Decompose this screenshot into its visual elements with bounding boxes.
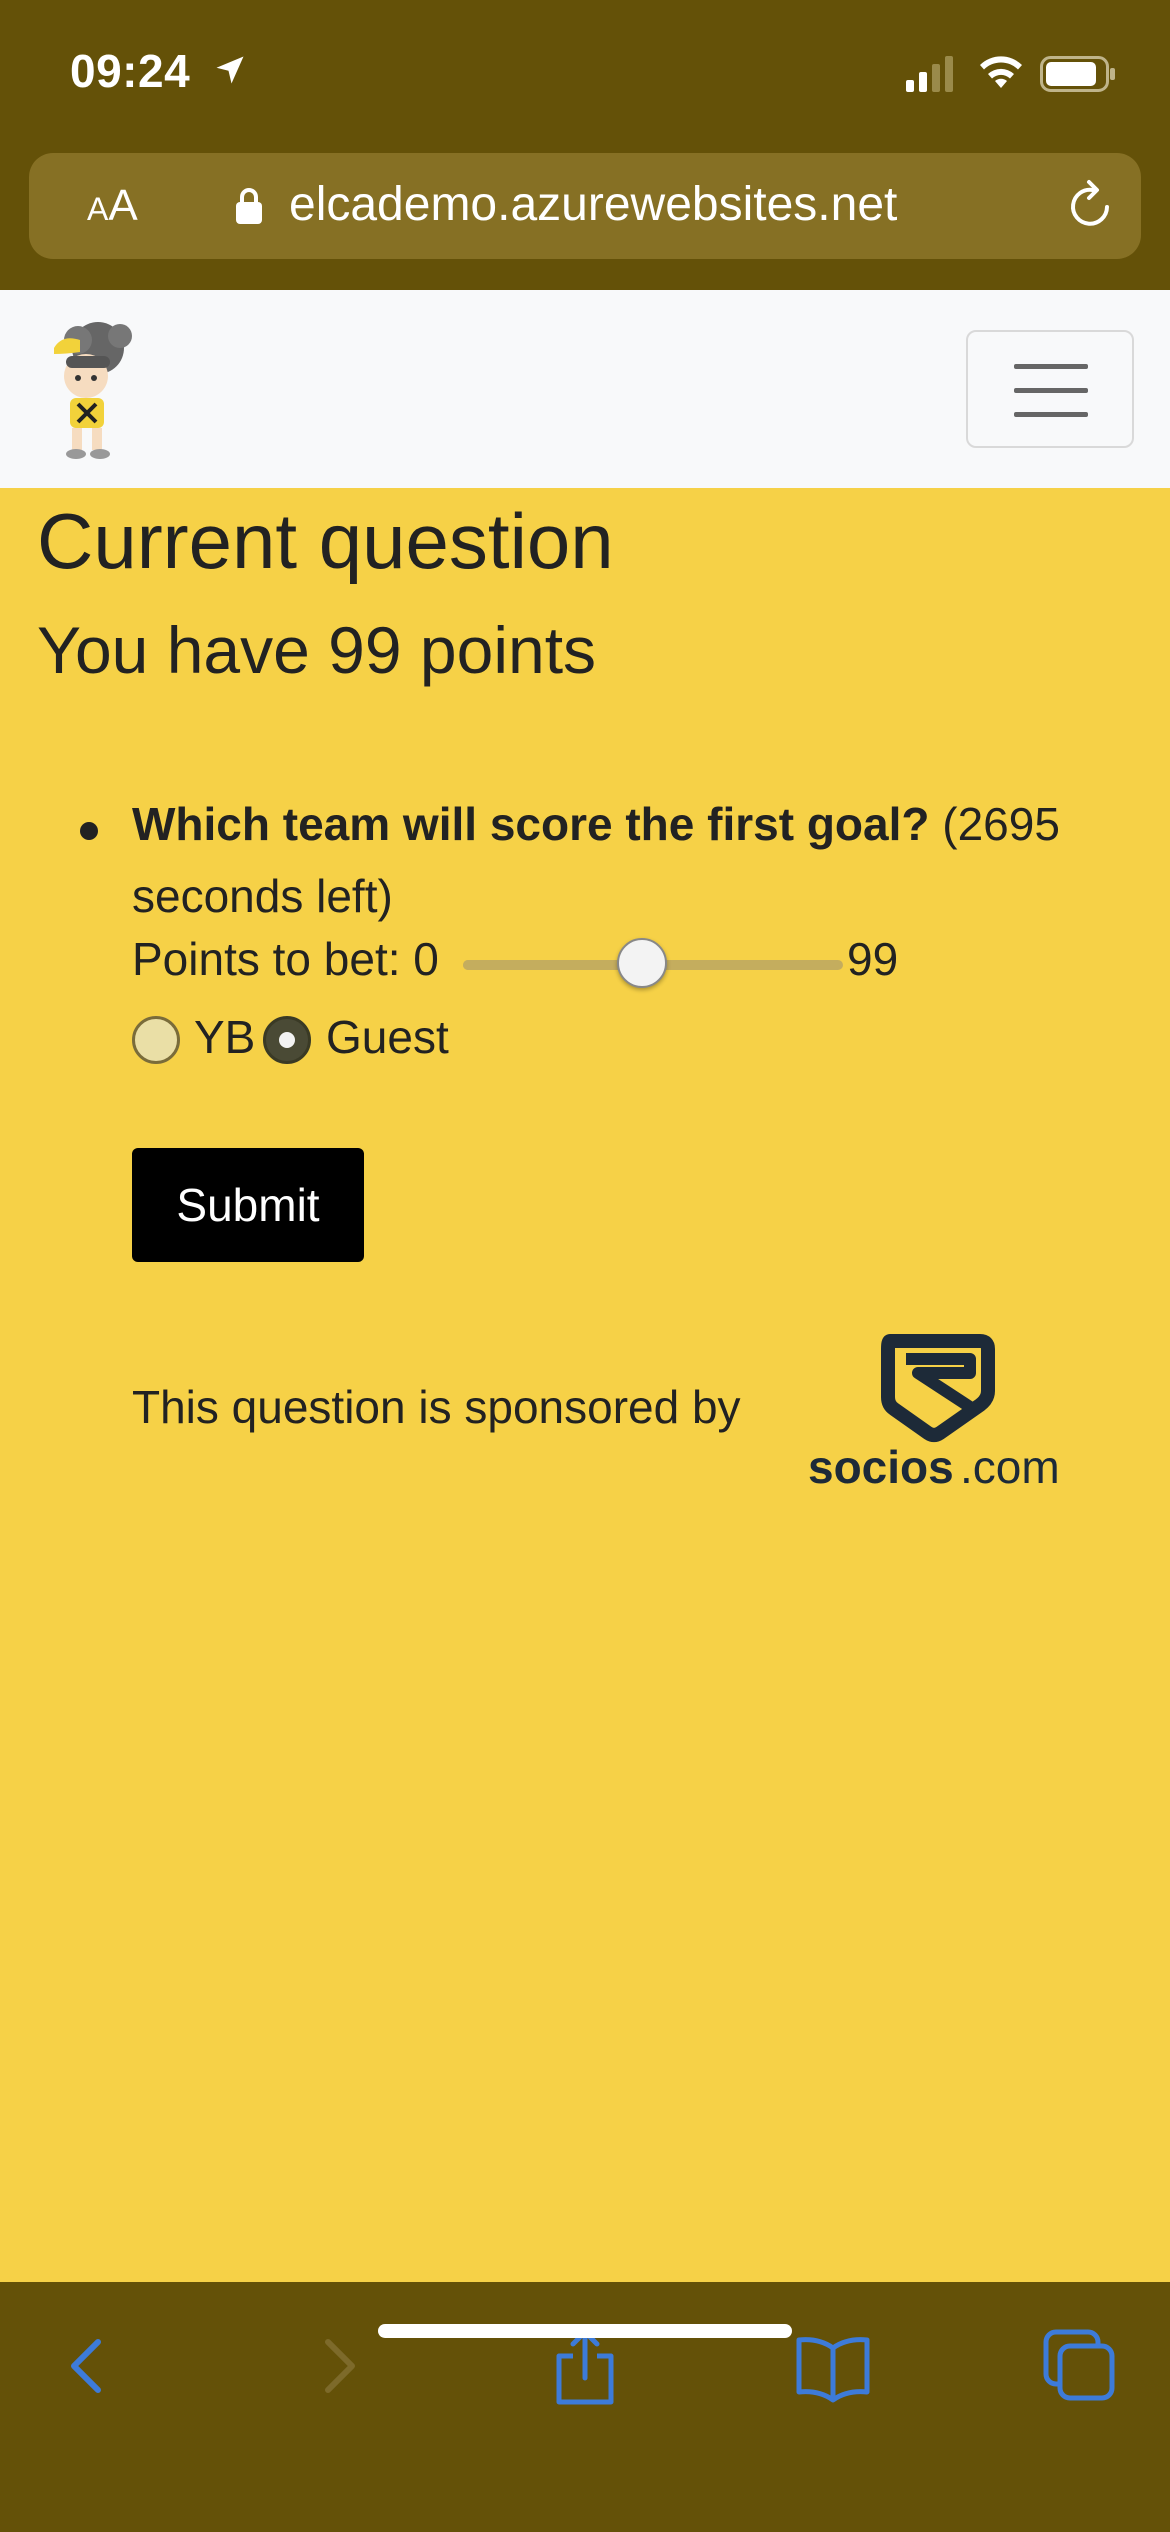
forward-icon[interactable] [298,2326,378,2406]
list-bullet [80,822,98,840]
bookmarks-icon[interactable] [793,2326,873,2406]
radio-yb[interactable] [132,1016,180,1064]
bet-label: Points to bet: 0 [132,933,439,985]
browser-top-chrome: 09:24 AA elcademo.azurewebsites.net [0,0,1170,290]
bet-max-label: 99 [847,933,899,985]
wifi-icon [980,56,1022,88]
hamburger-menu-button[interactable] [966,330,1134,448]
points-heading: You have 99 points [37,613,597,687]
share-icon[interactable] [545,2326,625,2406]
points-slider[interactable] [463,938,843,988]
slider-thumb[interactable] [617,938,667,988]
lock-icon [236,188,262,224]
back-icon[interactable] [48,2326,128,2406]
site-navbar [0,290,1170,488]
svg-text:.com: .com [960,1441,1060,1493]
submit-button[interactable]: Submit [132,1148,364,1262]
location-arrow-icon [216,56,244,84]
cellular-signal-icon [906,56,953,92]
hamburger-icon [1014,364,1088,369]
hamburger-icon-bar [1014,412,1088,417]
mascot-logo[interactable] [40,318,144,462]
address-bar[interactable]: AA elcademo.azurewebsites.net [29,153,1141,259]
page-title: Current question [37,497,614,585]
browser-bottom-toolbar [0,2282,1170,2532]
tabs-icon[interactable] [1040,2326,1120,2406]
reload-icon[interactable] [1063,179,1117,233]
radio-label-guest[interactable]: Guest [326,1010,449,1064]
svg-text:socios: socios [808,1441,954,1493]
hamburger-icon-bar [1014,388,1088,393]
main-content: Current question You have 99 points Whic… [0,488,1170,2282]
socios-logo[interactable]: socios .com [800,1333,1080,1503]
question-text: Which team will score the first goal? (2… [132,788,1142,932]
battery-icon [1040,56,1115,92]
slider-fill [463,960,642,970]
radio-label-yb[interactable]: YB [194,1010,255,1064]
text-size-button[interactable]: AA [87,181,138,231]
question-title: Which team will score the first goal? [132,798,930,850]
home-indicator[interactable] [378,2324,792,2338]
radio-guest[interactable] [263,1016,311,1064]
sponsor-text: This question is sponsored by [132,1381,741,1433]
status-time: 09:24 [70,45,191,97]
url-text[interactable]: elcademo.azurewebsites.net [289,177,897,232]
